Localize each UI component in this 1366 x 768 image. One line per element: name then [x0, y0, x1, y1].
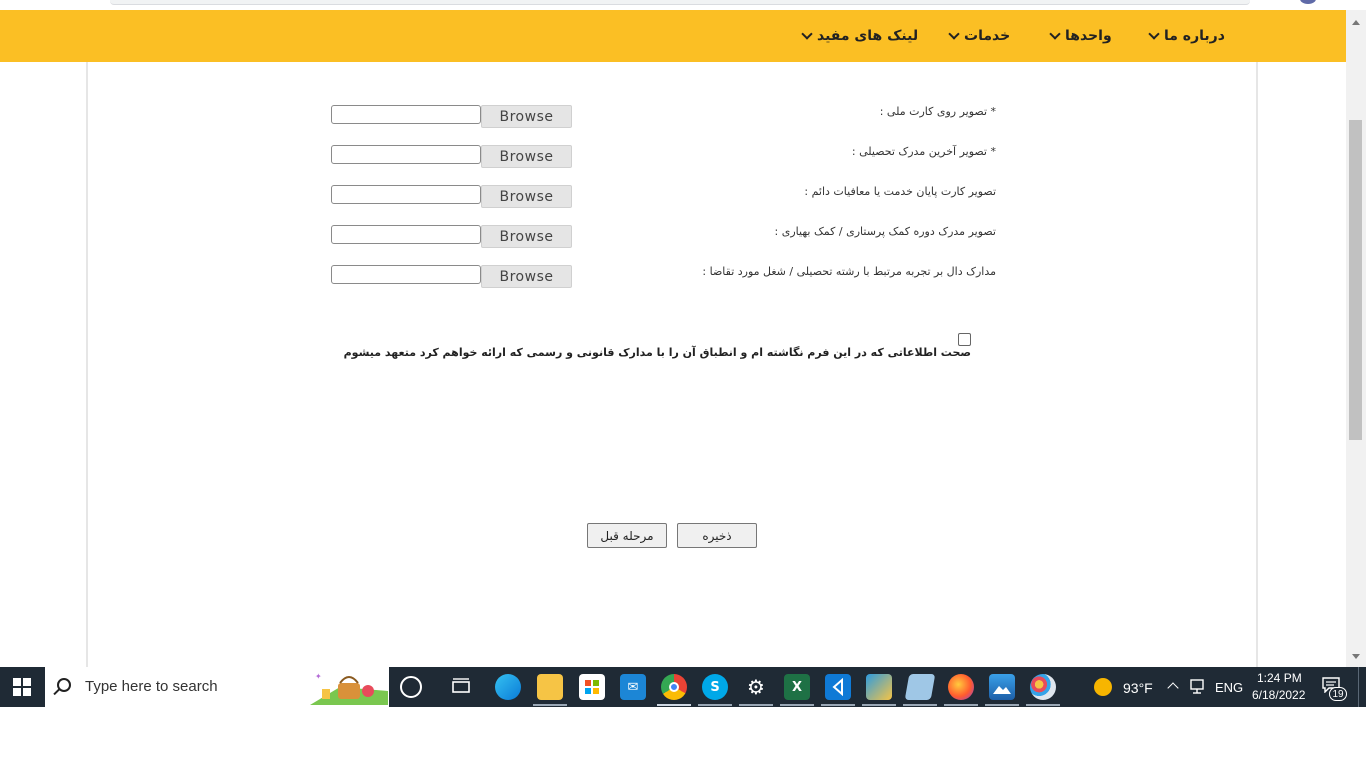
- running-indicator: [821, 704, 855, 706]
- nav-label: واحدها: [1065, 28, 1112, 44]
- taskbar-search[interactable]: Type here to search ✦: [45, 667, 389, 707]
- chevron-up-icon[interactable]: [1167, 682, 1179, 694]
- upload-label-degree: * تصویر آخرین مدرک تحصیلی :: [851, 145, 996, 158]
- weather-sun-icon[interactable]: [1094, 678, 1112, 696]
- windows-taskbar: Type here to search ✦ ✉ S ⚙ X 93°F ENG 1…: [0, 667, 1366, 707]
- browse-button-experience[interactable]: Browse: [481, 265, 572, 288]
- file-input-nursing-course[interactable]: [331, 225, 481, 244]
- edge-icon[interactable]: [495, 674, 521, 700]
- running-indicator: [862, 704, 896, 706]
- agreement-text: صحت اطلاعاتی که در این فرم نگاشته ام و ا…: [343, 346, 971, 359]
- browse-button-military-card[interactable]: Browse: [481, 185, 572, 208]
- page-scrollbar[interactable]: [1346, 10, 1366, 667]
- nav-label: خدمات: [964, 28, 1011, 44]
- scroll-up-icon[interactable]: [1352, 20, 1360, 25]
- chevron-down-icon: [801, 28, 813, 40]
- task-view-icon[interactable]: [448, 674, 474, 700]
- nav-item-units[interactable]: واحدها: [1049, 25, 1112, 47]
- browse-button-degree[interactable]: Browse: [481, 145, 572, 168]
- chevron-down-icon: [1148, 28, 1160, 40]
- skype-icon[interactable]: S: [702, 674, 728, 700]
- running-indicator: [985, 704, 1019, 706]
- profile-avatar[interactable]: [1300, 0, 1316, 4]
- file-explorer-icon[interactable]: [537, 674, 563, 700]
- address-bar[interactable]: [110, 0, 1250, 5]
- chrome-icon[interactable]: [661, 674, 687, 700]
- clock-time[interactable]: 1:24 PM: [1257, 671, 1302, 685]
- windows-logo-icon: [13, 678, 31, 696]
- browse-button-nursing-course[interactable]: Browse: [481, 225, 572, 248]
- settings-icon[interactable]: ⚙: [743, 674, 769, 700]
- browse-button-national-card[interactable]: Browse: [481, 105, 572, 128]
- content-panel: [86, 62, 1258, 668]
- save-button[interactable]: ذخیره: [677, 523, 757, 548]
- excel-icon[interactable]: X: [784, 674, 810, 700]
- file-input-national-card[interactable]: [331, 105, 481, 124]
- firefox-icon[interactable]: [948, 674, 974, 700]
- active-indicator: [657, 704, 691, 706]
- nav-item-about[interactable]: درباره ما: [1148, 25, 1225, 47]
- browser-top-strip: [0, 0, 1366, 10]
- paint-icon[interactable]: [1030, 674, 1056, 700]
- upload-label-experience: مدارک دال بر تجربه مرتبط با رشته تحصیلی …: [702, 265, 996, 278]
- notepad-icon[interactable]: [904, 674, 936, 700]
- nav-label: لینک های مفید: [817, 28, 919, 44]
- cortana-icon[interactable]: [400, 676, 422, 698]
- scroll-thumb[interactable]: [1349, 120, 1362, 440]
- running-indicator: [739, 704, 773, 706]
- agreement-checkbox[interactable]: [958, 333, 971, 346]
- scroll-down-icon[interactable]: [1352, 654, 1360, 659]
- search-icon: [57, 678, 71, 692]
- show-desktop-divider[interactable]: [1358, 667, 1359, 707]
- mail-icon[interactable]: ✉: [620, 674, 646, 700]
- previous-step-button[interactable]: مرحله قبل: [587, 523, 667, 548]
- picnic-illustration-icon: ✦: [310, 672, 388, 705]
- upload-label-nursing-course: تصویر مدرک دوره کمک پرستاری / کمک بهیاری…: [774, 225, 996, 238]
- svg-text:✦: ✦: [315, 672, 322, 681]
- running-indicator: [944, 704, 978, 706]
- search-placeholder: Type here to search: [85, 678, 218, 695]
- chevron-down-icon: [1049, 28, 1061, 40]
- notification-count-badge: 19: [1329, 687, 1347, 701]
- file-input-experience[interactable]: [331, 265, 481, 284]
- nav-item-services[interactable]: خدمات: [948, 25, 1011, 47]
- start-button[interactable]: [0, 667, 44, 707]
- running-indicator: [780, 704, 814, 706]
- clock-date[interactable]: 6/18/2022: [1252, 688, 1305, 702]
- running-indicator: [533, 704, 567, 706]
- photos-icon[interactable]: [989, 674, 1015, 700]
- weather-temperature[interactable]: 93°F: [1123, 680, 1153, 696]
- nav-label: درباره ما: [1164, 28, 1225, 44]
- vscode-icon[interactable]: [825, 674, 851, 700]
- language-indicator[interactable]: ENG: [1215, 680, 1243, 695]
- nav-item-useful-links[interactable]: لینک های مفید: [801, 25, 919, 47]
- running-indicator: [903, 704, 937, 706]
- network-icon[interactable]: [1190, 679, 1208, 699]
- running-indicator: [698, 704, 732, 706]
- file-input-degree[interactable]: [331, 145, 481, 164]
- upload-label-national-card: * تصویر روی کارت ملی :: [879, 105, 996, 118]
- upload-label-military-card: تصویر کارت پایان خدمت یا معافیات دائم :: [804, 185, 996, 198]
- chevron-down-icon: [948, 28, 960, 40]
- main-navigation: درباره ما واحدها خدمات لینک های مفید: [0, 10, 1346, 62]
- snip-icon[interactable]: [866, 674, 892, 700]
- running-indicator: [1026, 704, 1060, 706]
- store-icon[interactable]: [579, 674, 605, 700]
- file-input-military-card[interactable]: [331, 185, 481, 204]
